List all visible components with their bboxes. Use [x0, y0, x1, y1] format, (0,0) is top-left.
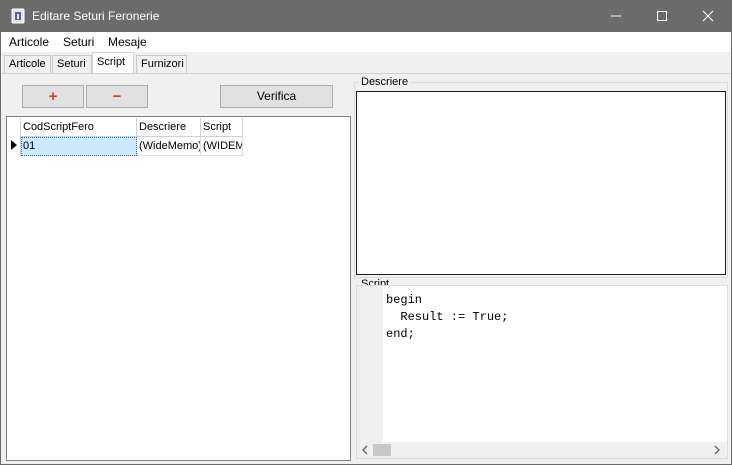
tab-seturi[interactable]: Seturi	[52, 55, 92, 74]
add-icon: +	[48, 88, 58, 105]
column-header-codscriptfero[interactable]: CodScriptFero	[21, 118, 137, 137]
minimize-icon	[611, 15, 621, 17]
menu-bar: Articole Seturi Mesaje	[1, 32, 731, 52]
menu-seturi[interactable]: Seturi	[63, 35, 94, 49]
maximize-button[interactable]	[639, 1, 685, 32]
table-cell-descriere[interactable]: (WideMemo)	[137, 137, 201, 156]
tab-articole[interactable]: Articole	[4, 55, 51, 74]
table-cell-script[interactable]: (WIDEM	[201, 137, 243, 156]
maximize-icon	[657, 11, 667, 21]
scroll-left-icon[interactable]	[361, 445, 369, 455]
descriere-memo[interactable]	[356, 91, 726, 275]
menu-mesaje[interactable]: Mesaje	[108, 35, 147, 49]
code-line: begin	[386, 293, 423, 307]
scroll-right-icon[interactable]	[713, 445, 721, 455]
column-header-descriere[interactable]: Descriere	[137, 118, 201, 137]
add-button[interactable]: +	[22, 85, 84, 108]
menu-articole[interactable]: Articole	[9, 35, 49, 49]
tab-strip: Articole Seturi Script Furnizori	[1, 52, 731, 74]
close-icon	[702, 10, 714, 22]
remove-icon: −	[112, 88, 122, 105]
close-button[interactable]	[685, 1, 731, 32]
grid-header: CodScriptFero Descriere Script	[7, 117, 350, 137]
code-line: Result := True;	[386, 310, 509, 324]
scripts-grid[interactable]: CodScriptFero Descriere Script 01 (WideM…	[6, 116, 351, 461]
tab-script[interactable]: Script	[92, 52, 134, 74]
title-bar[interactable]: Editare Seturi Feronerie	[1, 1, 731, 32]
code-line: end;	[386, 327, 415, 341]
column-header-script[interactable]: Script	[201, 118, 243, 137]
main-window: Editare Seturi Feronerie Articole Seturi…	[0, 0, 732, 465]
verify-button[interactable]: Verifica	[220, 85, 333, 108]
script-code[interactable]: begin Result := True; end;	[386, 292, 508, 343]
scrollbar-thumb[interactable]	[373, 444, 391, 456]
row-indicator-icon	[11, 140, 17, 150]
script-editor[interactable]: begin Result := True; end;	[356, 285, 728, 459]
tab-furnizori[interactable]: Furnizori	[136, 55, 187, 74]
remove-button[interactable]: −	[86, 85, 148, 108]
minimize-button[interactable]	[593, 1, 639, 32]
horizontal-scrollbar[interactable]	[357, 442, 727, 458]
descriere-label: Descriere	[359, 76, 411, 88]
app-icon	[10, 8, 26, 24]
editor-gutter	[357, 286, 383, 442]
window-title: Editare Seturi Feronerie	[32, 9, 160, 23]
table-cell-codscriptfero[interactable]: 01	[21, 137, 137, 156]
